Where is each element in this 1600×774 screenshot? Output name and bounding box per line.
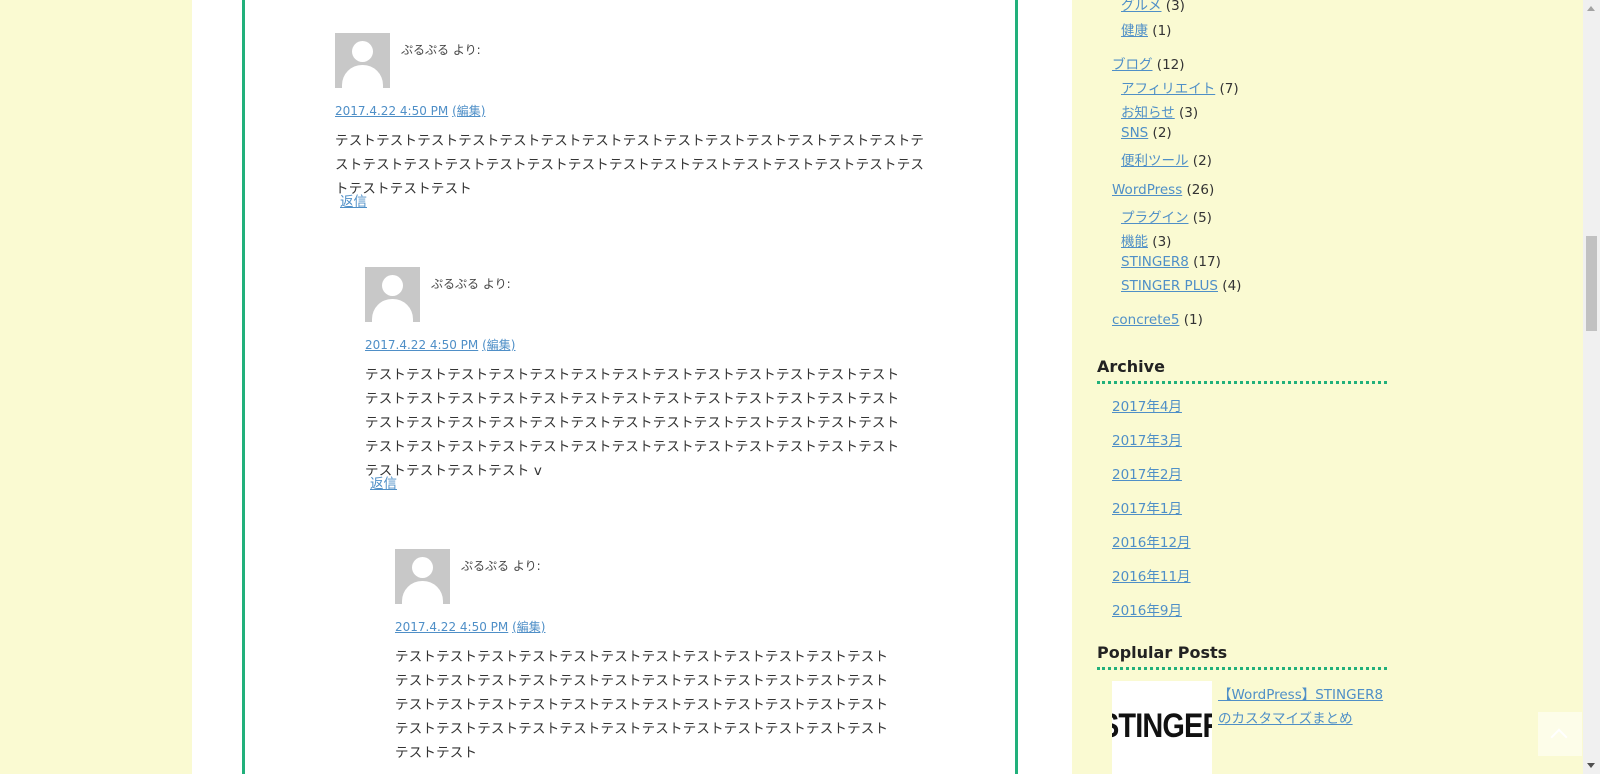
category-link[interactable]: アフィリエイト [1121,81,1215,97]
comment: ぷるぷる より: 2017.4.22 4:50 PM (編集) テストテストテス… [395,549,925,774]
edit-link[interactable]: (編集) [452,104,485,118]
category-count: (1) [1152,23,1172,39]
category-link[interactable]: WordPress [1112,182,1182,198]
category-link[interactable]: STINGER PLUS [1121,278,1218,294]
category-count: (26) [1186,182,1215,198]
comment-author: ぷるぷる より: [431,277,511,291]
category-item: プラグイン (5) [1121,206,1212,226]
category-count: (5) [1192,210,1212,226]
category-link[interactable]: 健康 [1121,23,1148,39]
comment-date-link[interactable]: 2017.4.22 4:50 PM [365,338,478,352]
archive-link[interactable]: 2016年9月 [1112,599,1182,619]
category-link[interactable]: プラグイン [1121,210,1189,226]
comment-text: テストテストテストテストテストテストテストテストテストテストテストテストテストテ… [335,133,925,197]
vertical-scrollbar[interactable] [1583,0,1600,774]
edit-link[interactable]: (編集) [482,338,515,352]
comment-text: テストテストテストテストテストテストテストテストテストテストテストテストテストテ… [395,649,889,761]
category-item: WordPress (26) [1112,182,1214,198]
popular-post-title-link[interactable]: 【WordPress】STINGER8のカスタマイズまとめ [1218,683,1388,731]
avatar [395,549,450,604]
avatar [335,33,390,88]
category-count: (3) [1165,0,1185,14]
avatar [365,267,420,322]
comment-meta: 2017.4.22 4:50 PM (編集) [335,102,485,119]
comment-date-link[interactable]: 2017.4.22 4:50 PM [335,104,448,118]
category-link[interactable]: 機能 [1121,234,1148,250]
comment-text: テストテストテストテストテストテストテストテストテストテストテストテストテストテ… [365,367,900,479]
scroll-up-arrow[interactable] [1583,0,1600,17]
category-count: (7) [1219,81,1239,97]
category-count: (3) [1179,105,1199,121]
archive-link[interactable]: 2017年1月 [1112,497,1182,517]
comment-meta: 2017.4.22 4:50 PM (編集) [395,618,545,635]
category-item: STINGER PLUS (4) [1121,278,1241,294]
archive-link[interactable]: 2016年12月 [1112,531,1191,551]
category-item: ブログ (12) [1112,53,1185,73]
comment: ぷるぷる より: 2017.4.22 4:50 PM (編集) テストテストテス… [335,33,935,233]
widget-title-underline [1097,381,1387,384]
popular-posts-widget-title: Poplular Posts [1097,643,1228,662]
widget-title-underline [1097,667,1387,670]
archive-link[interactable]: 2017年4月 [1112,395,1182,415]
category-link[interactable]: STINGER8 [1121,254,1189,270]
back-to-top-button[interactable] [1538,712,1582,756]
comment-date-link[interactable]: 2017.4.22 4:50 PM [395,620,508,634]
comment-author: ぷるぷる より: [461,559,541,573]
category-count: (4) [1222,278,1242,294]
triangle-up-icon [1587,6,1595,11]
category-item: 健康 (1) [1121,19,1171,39]
popular-post-thumbnail[interactable]: STINGER [1112,681,1212,774]
archive-link[interactable]: 2016年11月 [1112,565,1191,585]
category-count: (2) [1192,153,1212,169]
category-link[interactable]: ブログ [1112,57,1153,73]
scrollbar-thumb[interactable] [1586,236,1597,331]
archive-link[interactable]: 2017年3月 [1112,429,1182,449]
comment-meta: 2017.4.22 4:50 PM (編集) [365,336,515,353]
category-item: 機能 (3) [1121,230,1171,250]
chevron-up-icon [1550,728,1568,746]
category-link[interactable]: concrete5 [1112,312,1179,328]
triangle-down-icon [1587,763,1595,768]
comment-author: ぷるぷる より: [401,43,481,57]
category-item: グルメ (3) [1121,0,1185,14]
category-count: (17) [1193,254,1221,270]
reply-link[interactable]: 返信 [370,472,397,492]
reply-link[interactable]: 返信 [340,190,367,210]
scroll-down-arrow[interactable] [1583,757,1600,774]
category-count: (1) [1183,312,1203,328]
archive-widget-title: Archive [1097,357,1165,376]
category-item: 便利ツール (2) [1121,149,1212,169]
comment: ぷるぷる より: 2017.4.22 4:50 PM (編集) テストテストテス… [365,267,925,497]
category-count: (12) [1156,57,1185,73]
category-count: (3) [1152,234,1172,250]
category-item: SNS (2) [1121,125,1172,141]
category-link[interactable]: グルメ [1121,0,1162,14]
category-item: concrete5 (1) [1112,312,1203,328]
category-link[interactable]: お知らせ [1121,105,1175,121]
category-count: (2) [1152,125,1172,141]
category-link[interactable]: 便利ツール [1121,153,1189,169]
category-item: STINGER8 (17) [1121,254,1221,270]
category-item: お知らせ (3) [1121,101,1198,121]
category-link[interactable]: SNS [1121,125,1148,141]
category-item: アフィリエイト (7) [1121,77,1239,97]
archive-link[interactable]: 2017年2月 [1112,463,1182,483]
edit-link[interactable]: (編集) [512,620,545,634]
thumbnail-logo-text: STINGER [1112,707,1212,745]
